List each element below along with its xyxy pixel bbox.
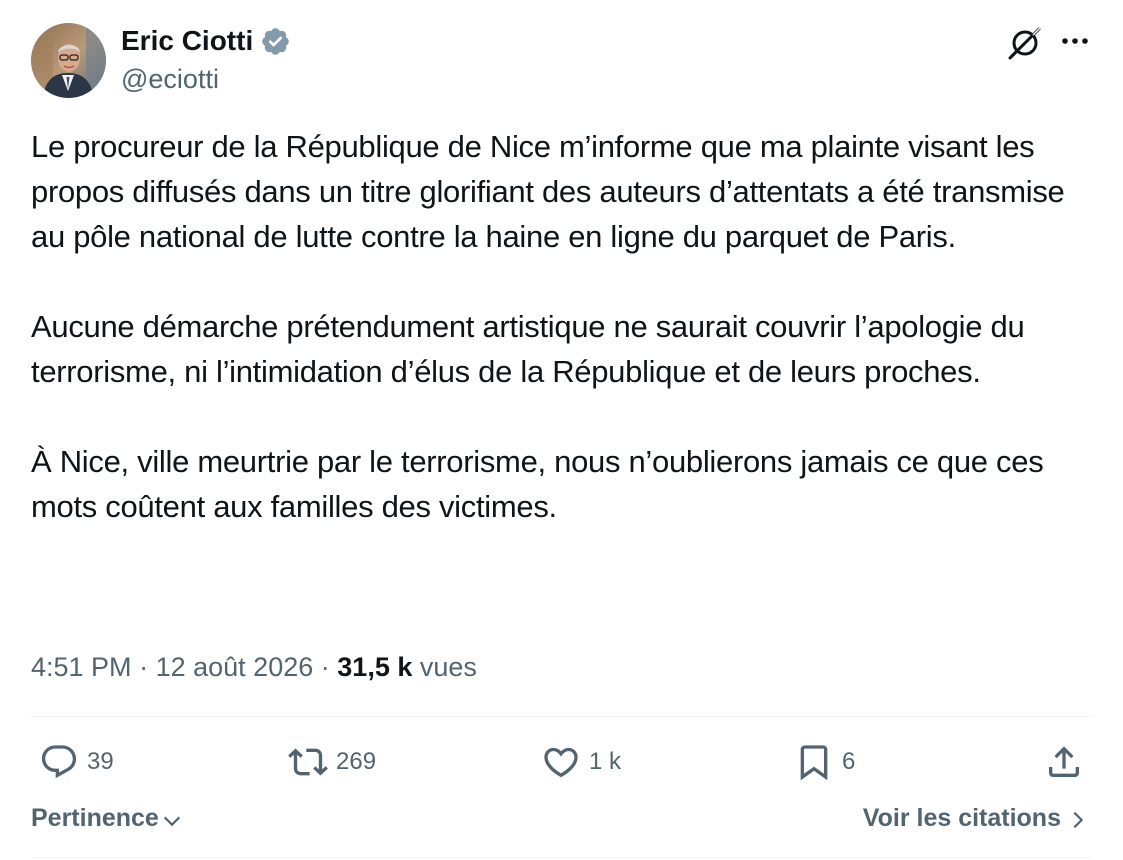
share-button[interactable]	[1044, 740, 1084, 784]
like-icon	[544, 747, 578, 778]
bookmark-count: 6	[842, 748, 856, 775]
sort-dropdown[interactable]: Pertinence	[31, 804, 183, 833]
tweet-text: Le procureur de la République de Nice m’…	[31, 124, 1106, 529]
author-handle[interactable]: @eciotti	[121, 62, 219, 96]
like-button[interactable]: 1 k	[541, 740, 621, 784]
meta-separator: ·	[139, 652, 149, 682]
share-icon	[1049, 746, 1079, 777]
sort-label: Pertinence	[31, 804, 159, 832]
repost-count: 269	[336, 748, 377, 775]
tweet-paragraph: À Nice, ville meurtrie par le terrorisme…	[31, 444, 1044, 524]
meta-separator: ·	[320, 652, 330, 682]
repost-button[interactable]: 269	[288, 740, 376, 784]
divider	[31, 857, 1093, 858]
views-label: vues	[419, 652, 477, 682]
verified-badge-icon[interactable]	[260, 26, 291, 57]
tweet-meta: 4:51 PM · 12 août 2026 · 31,5 k vues	[31, 649, 477, 685]
view-quotes-link[interactable]: Voir les citations	[863, 804, 1089, 833]
tweet-paragraph: Le procureur de la République de Nice m’…	[31, 129, 1065, 254]
like-count: 1 k	[589, 748, 622, 775]
avatar-image	[31, 23, 106, 98]
chevron-down-icon	[163, 816, 180, 826]
repost-icon	[288, 748, 328, 776]
bookmark-icon	[800, 745, 828, 781]
tweet-time[interactable]: 4:51 PM	[31, 652, 132, 682]
more-options-icon[interactable]	[1058, 28, 1092, 54]
tweet-date[interactable]: 12 août 2026	[156, 652, 314, 682]
author-name[interactable]: Eric Ciotti	[121, 24, 291, 58]
reply-button[interactable]: 39	[39, 740, 114, 784]
reply-icon	[41, 745, 77, 779]
views-count: 31,5 k	[337, 652, 413, 682]
view-quotes-label: Voir les citations	[862, 804, 1061, 832]
chevron-right-icon	[1073, 811, 1084, 829]
avatar[interactable]	[31, 23, 106, 98]
grok-icon[interactable]	[1006, 24, 1044, 62]
author-name-text: Eric Ciotti	[121, 25, 254, 56]
bookmark-button[interactable]: 6	[794, 740, 855, 784]
reply-count: 39	[87, 748, 114, 775]
divider	[31, 716, 1093, 717]
tweet-paragraph: Aucune démarche prétendument artistique …	[31, 309, 1025, 389]
